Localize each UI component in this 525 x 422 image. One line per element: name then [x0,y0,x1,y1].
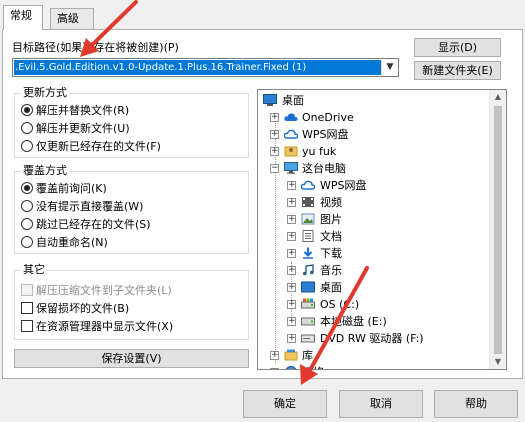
tab-general[interactable]: 常规 [3,5,43,30]
annotation-arrow-icon [80,0,369,385]
tab-general-label: 常规 [10,9,32,22]
